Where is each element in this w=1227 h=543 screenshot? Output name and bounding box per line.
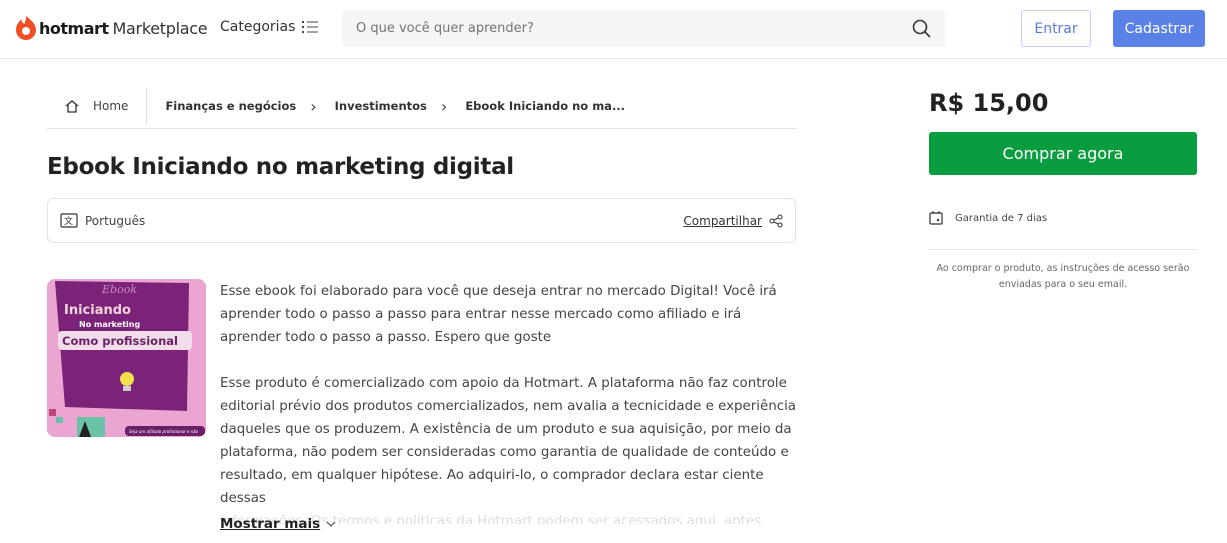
- buy-now-button[interactable]: Comprar agora: [929, 132, 1197, 175]
- cover-text: Como profissional: [62, 334, 178, 348]
- share-button[interactable]: Compartilhar: [683, 214, 783, 228]
- home-icon: [65, 99, 79, 113]
- price: R$ 15,00: [929, 89, 1049, 117]
- chevron-right-icon: ›: [310, 96, 317, 116]
- page-title: Ebook Iniciando no marketing digital: [47, 154, 514, 180]
- login-button[interactable]: Entrar: [1021, 10, 1091, 47]
- logo-suffix: Marketplace: [112, 18, 208, 38]
- cover-text: Seja um afiliado profissional e não: [129, 429, 199, 434]
- chevron-right-icon: ›: [440, 96, 448, 116]
- show-more-label: Mostrar mais: [220, 516, 321, 532]
- product-description: Esse ebook foi elaborado para você que d…: [220, 280, 800, 524]
- search-input[interactable]: [356, 21, 912, 36]
- guarantee-label: Garantia de 7 dias: [955, 212, 1048, 224]
- language-share-bar: 文 Português Compartilhar: [47, 198, 796, 243]
- guarantee: Garantia de 7 dias: [929, 211, 1047, 225]
- description-paragraph: Esse produto é comercializado com apoio …: [220, 376, 797, 506]
- language-label: Português: [85, 213, 146, 228]
- svg-text:文: 文: [64, 215, 73, 227]
- chevron-down-icon: [326, 521, 336, 527]
- signup-button[interactable]: Cadastrar: [1113, 10, 1205, 47]
- breadcrumb-item[interactable]: Finanças e negócios: [165, 99, 296, 113]
- product-cover-image: Ebook Iniciando No marketing Como profis…: [47, 279, 206, 437]
- breadcrumb-current: Ebook Iniciando no ma...: [465, 99, 626, 113]
- search-bar: [342, 10, 945, 47]
- breadcrumb: Home Finanças e negócios › Investimentos…: [47, 84, 796, 129]
- flame-icon: [16, 16, 36, 40]
- home-label: Home: [93, 99, 129, 113]
- cover-text: Ebook: [101, 283, 137, 296]
- hotmart-logo[interactable]: hotmart Marketplace: [16, 16, 208, 40]
- share-label: Compartilhar: [683, 213, 762, 228]
- breadcrumb-home[interactable]: Home: [47, 88, 148, 124]
- cover-text: Iniciando: [64, 303, 131, 318]
- show-more-button[interactable]: Mostrar mais: [220, 516, 336, 532]
- search-icon[interactable]: [912, 19, 931, 38]
- share-icon: [769, 214, 783, 227]
- logo-brand: hotmart: [39, 18, 109, 38]
- translate-icon: 文: [60, 212, 78, 228]
- categories-label: Categorias: [220, 19, 296, 35]
- divider: [929, 249, 1197, 250]
- list-icon: [302, 21, 319, 33]
- categories-menu[interactable]: Categorias: [220, 19, 319, 35]
- cover-text: No marketing: [79, 320, 140, 329]
- purchase-note: Ao comprar o produto, as instruções de a…: [936, 263, 1190, 290]
- description-paragraph: Esse ebook foi elaborado para você que d…: [220, 284, 777, 345]
- calendar-icon: [929, 211, 943, 225]
- top-navbar: hotmartMarketplace Categorias Entrar Cad…: [0, 0, 1227, 59]
- breadcrumb-item[interactable]: Investimentos: [335, 99, 427, 113]
